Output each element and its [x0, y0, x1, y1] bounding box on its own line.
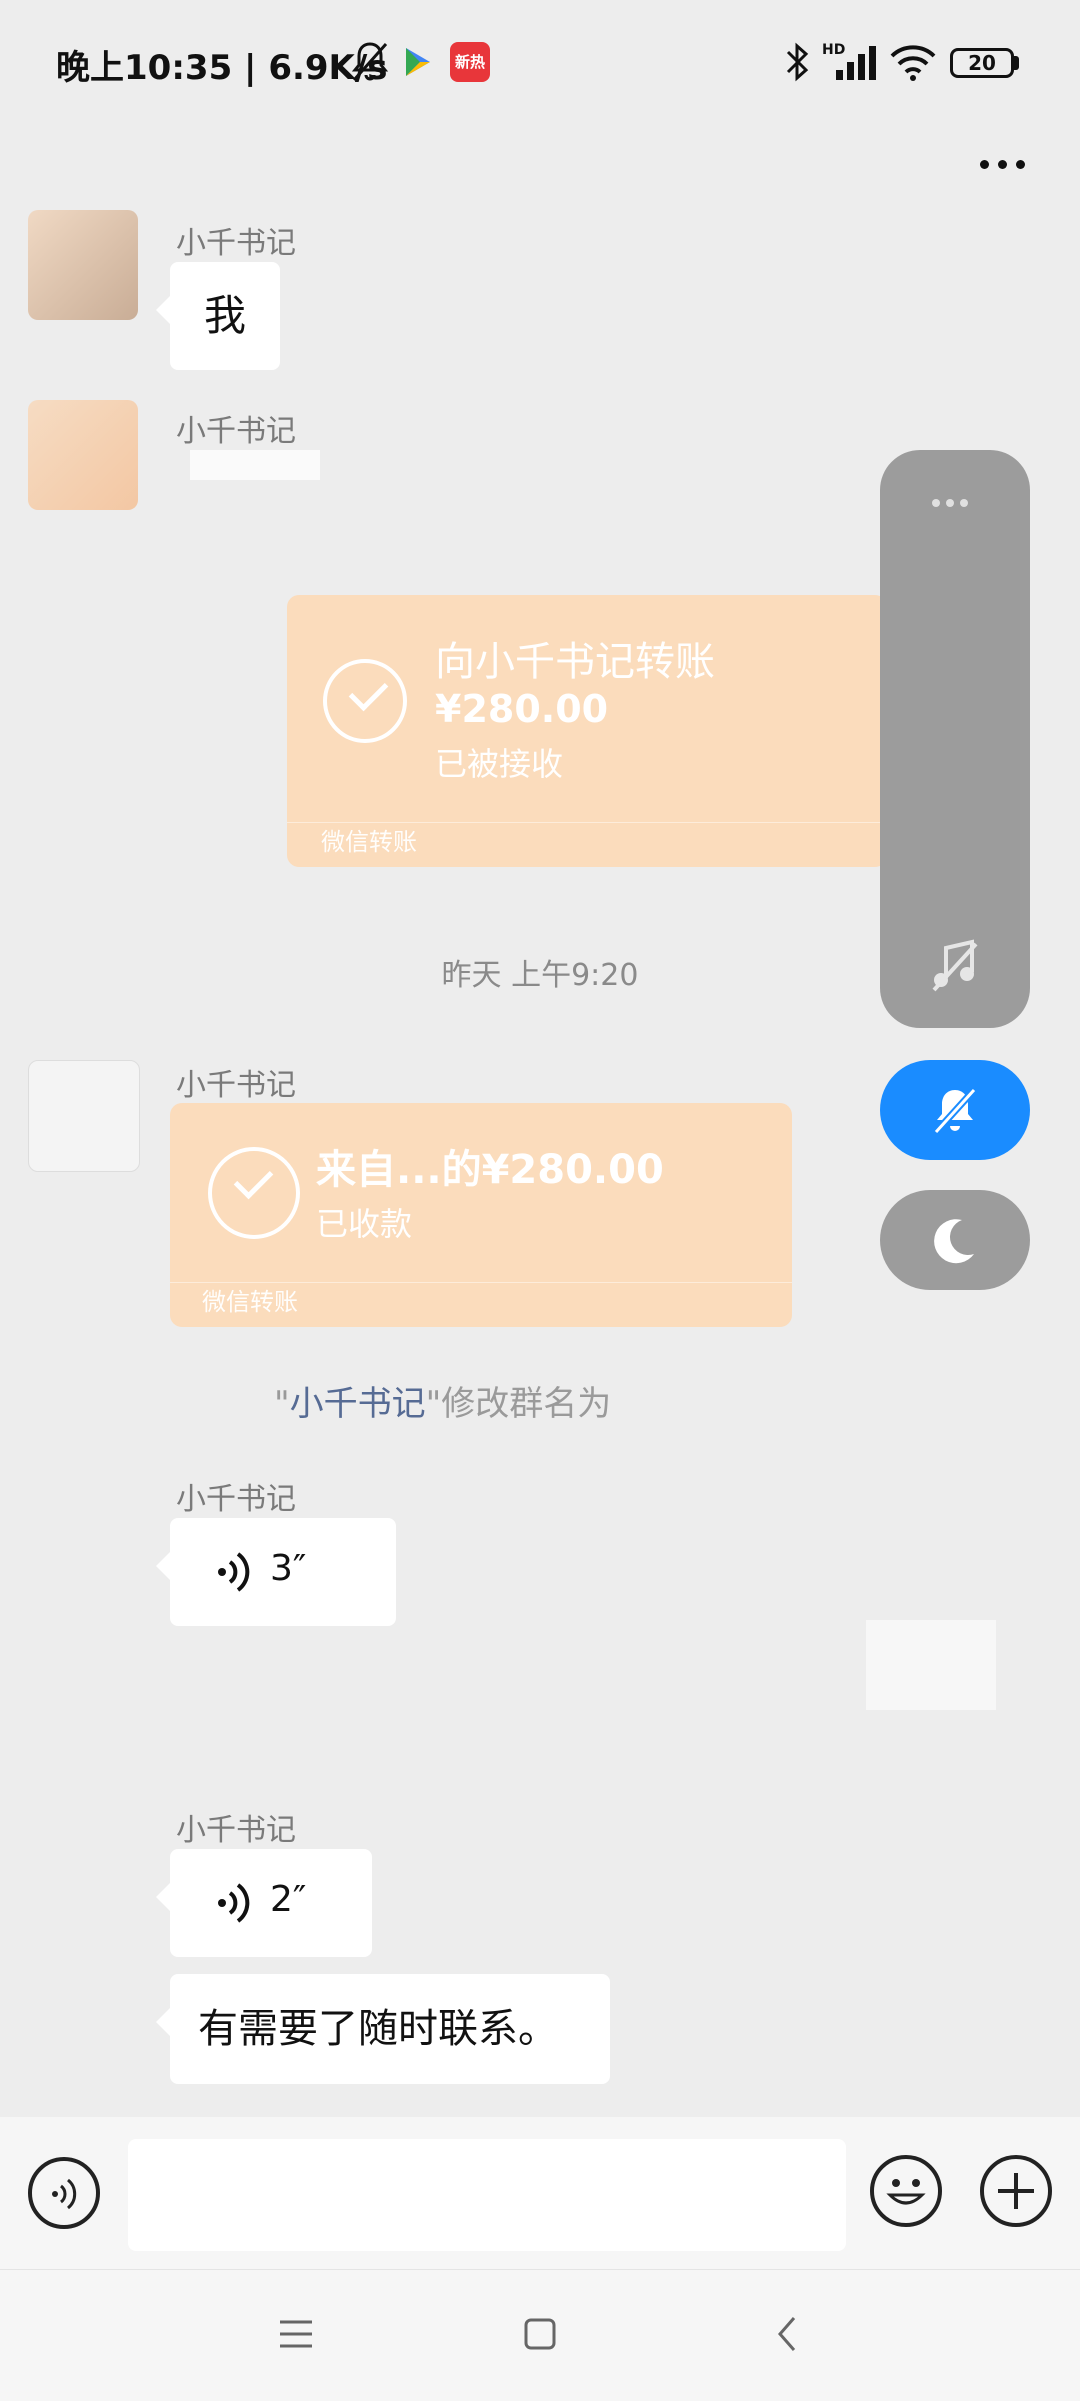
news-app-icon: 新热	[450, 42, 490, 82]
sender-name: 小千书记	[176, 1068, 296, 1103]
blurred-content	[190, 450, 320, 480]
more-dot	[1016, 160, 1025, 169]
voice-input-button[interactable]	[28, 2157, 100, 2229]
navigation-bar	[0, 2269, 1080, 2401]
system-text: 修改群名为	[441, 1384, 612, 1424]
music-off-icon[interactable]	[930, 938, 980, 994]
transfer-title: 来自...的¥280.00	[316, 1147, 664, 1193]
bluetooth-icon	[786, 42, 809, 82]
avatar[interactable]	[28, 1806, 138, 1916]
transfer-card-sent[interactable]: 向小千书记转账 ¥280.00 已被接收 微信转账	[287, 595, 887, 867]
voice-duration: 3″	[270, 1548, 307, 1589]
message-input[interactable]	[128, 2139, 846, 2251]
voice-wave-icon	[218, 1552, 250, 1592]
status-time-speed: 晚上10:35 | 6.9K/s	[56, 48, 388, 88]
avatar[interactable]	[28, 1060, 140, 1172]
moon-icon	[934, 1219, 974, 1264]
emoji-button[interactable]	[870, 2155, 942, 2227]
play-store-icon	[406, 48, 430, 76]
voice-wave-icon	[218, 1883, 250, 1923]
network-badge: HD	[822, 42, 846, 58]
status-bar: 晚上10:35 | 6.9K/s 新热 HD 20	[0, 0, 1080, 118]
title-bar	[0, 118, 1080, 214]
back-icon[interactable]	[768, 2314, 808, 2354]
transfer-amount: ¥280.00	[435, 687, 609, 731]
avatar[interactable]	[28, 1478, 138, 1588]
message-bubble[interactable]: 有需要了随时联系。	[156, 1974, 610, 2084]
battery-level: 20	[968, 51, 996, 75]
check-circle-icon	[208, 1147, 300, 1239]
floating-control-panel[interactable]	[880, 450, 1030, 1028]
transfer-status: 已被接收	[435, 745, 564, 783]
bell-off-icon	[933, 1087, 977, 1135]
more-features-button[interactable]	[980, 2155, 1052, 2227]
avatar[interactable]	[28, 400, 138, 510]
member-name-link[interactable]: 小千书记	[290, 1384, 426, 1424]
voice-message-bubble[interactable]: 3″	[156, 1518, 396, 1626]
emoji-icon	[886, 2179, 926, 2205]
sender-name: 小千书记	[176, 1482, 296, 1517]
more-dots-icon[interactable]	[932, 492, 968, 511]
home-icon[interactable]	[520, 2314, 560, 2354]
plus-icon	[998, 2173, 1034, 2209]
avatar[interactable]	[866, 1620, 996, 1710]
dark-mode-button[interactable]	[880, 1190, 1030, 1290]
quote-mark: "	[425, 1384, 442, 1424]
transfer-card-received[interactable]: 来自...的¥280.00 已收款 微信转账	[170, 1103, 792, 1327]
voice-icon	[52, 2178, 77, 2210]
message-text: 有需要了随时联系。	[198, 2006, 558, 2052]
transfer-status: 已收款	[316, 1205, 413, 1243]
sender-name: 小千书记	[176, 414, 296, 449]
more-menu-button[interactable]	[968, 118, 1038, 214]
more-dot	[980, 160, 989, 169]
mute-toggle-button[interactable]	[880, 1060, 1030, 1160]
voice-message-bubble[interactable]: 2″	[156, 1849, 372, 1957]
input-bar	[0, 2117, 1080, 2269]
message-bubble[interactable]: 我	[156, 262, 280, 370]
system-message: "小千书记"修改群名为	[274, 1376, 611, 1425]
wifi-icon	[890, 45, 936, 81]
battery-tip	[1014, 56, 1019, 70]
sender-name: 小千书记	[176, 226, 296, 261]
quote-mark: "	[274, 1384, 290, 1424]
message-text: 我	[203, 291, 246, 340]
more-dot	[998, 160, 1007, 169]
battery-icon: 20	[950, 48, 1014, 78]
transfer-title: 向小千书记转账	[435, 639, 715, 685]
voice-duration: 2″	[270, 1879, 307, 1920]
check-circle-icon	[323, 659, 407, 743]
bell-off-icon	[351, 42, 389, 81]
menu-icon[interactable]	[276, 2314, 316, 2354]
avatar[interactable]	[28, 210, 138, 320]
sender-name: 小千书记	[176, 1813, 296, 1848]
transfer-footer: 微信转账	[321, 828, 417, 856]
transfer-footer: 微信转账	[202, 1288, 298, 1316]
